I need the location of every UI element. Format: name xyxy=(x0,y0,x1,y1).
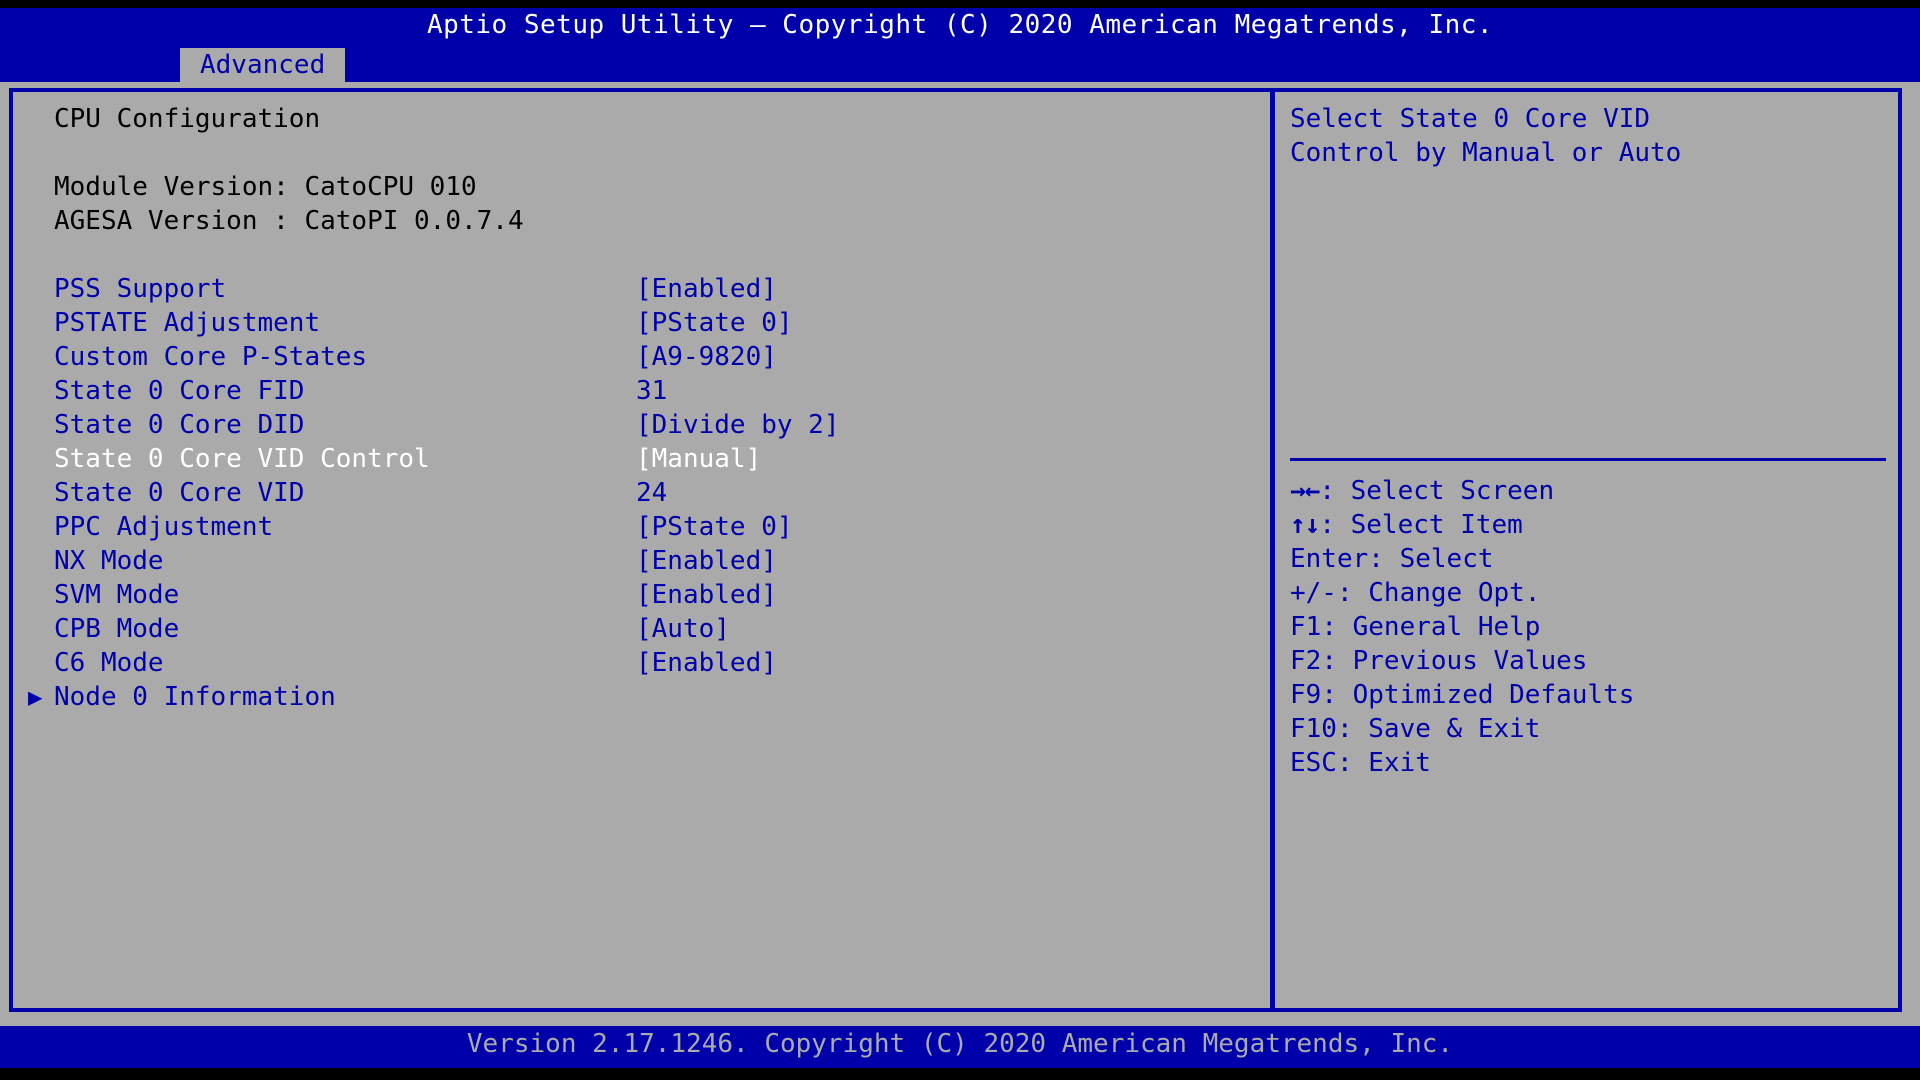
option-value[interactable]: [Auto] xyxy=(636,612,730,646)
info-line: Module Version: CatoCPU 010 xyxy=(54,172,477,202)
option-value[interactable]: [Divide by 2] xyxy=(636,408,840,442)
submenu-row[interactable]: ▶ Node 0 Information xyxy=(22,680,1262,714)
page-title: Aptio Setup Utility – Copyright (C) 2020… xyxy=(426,10,1494,40)
legend-item: +/-: Change Opt. xyxy=(1290,576,1890,610)
option-row[interactable]: CPB Mode [Auto] xyxy=(22,612,1262,646)
legend-item: ↑↓: Select Item xyxy=(1290,508,1890,542)
option-label: SVM Mode xyxy=(54,580,180,610)
legend-key: F1 xyxy=(1290,612,1322,642)
legend-action-label: : Select Screen xyxy=(1319,476,1555,506)
footer-version: Version 2.17.1246. Copyright (C) 2020 Am… xyxy=(466,1029,1454,1059)
option-row[interactable]: Custom Core P-States [A9-9820] xyxy=(22,340,1262,374)
legend-action-label: : Select xyxy=(1368,544,1494,574)
option-value[interactable]: [PState 0] xyxy=(636,306,793,340)
legend-key: F10 xyxy=(1290,714,1337,744)
option-label: Node 0 Information xyxy=(54,682,336,712)
option-row[interactable]: PPC Adjustment [PState 0] xyxy=(22,510,1262,544)
legend-key-arrow-icon: ↑↓ xyxy=(1290,510,1320,540)
option-label: PSTATE Adjustment xyxy=(54,308,321,338)
legend-action-label: : Optimized Defaults xyxy=(1321,680,1635,710)
option-label: Custom Core P-States xyxy=(54,342,368,372)
option-value[interactable]: 24 xyxy=(636,476,667,510)
help-line: Select State 0 Core VID xyxy=(1290,104,1651,134)
option-row[interactable]: NX Mode [Enabled] xyxy=(22,544,1262,578)
help-pane: Select State 0 Core VID Control by Manual… xyxy=(1290,102,1890,1002)
help-text: Select State 0 Core VID Control by Manual… xyxy=(1290,102,1890,170)
help-separator xyxy=(1290,458,1886,461)
legend-key: F9 xyxy=(1290,680,1322,710)
legend-item: Enter: Select xyxy=(1290,542,1890,576)
option-row[interactable]: State 0 Core DID [Divide by 2] xyxy=(22,408,1262,442)
tab-strip: Advanced xyxy=(0,48,1920,83)
legend-key: ESC xyxy=(1290,748,1337,778)
help-line: Control by Manual or Auto xyxy=(1290,138,1682,168)
info-line: AGESA Version : CatoPI 0.0.7.4 xyxy=(54,206,524,236)
pane-divider xyxy=(1270,88,1275,1012)
option-row[interactable]: SVM Mode [Enabled] xyxy=(22,578,1262,612)
option-label: PSS Support xyxy=(54,274,227,304)
option-row[interactable]: PSS Support [Enabled] xyxy=(22,272,1262,306)
legend-key: Enter xyxy=(1290,544,1369,574)
legend-item: ESC: Exit xyxy=(1290,746,1890,780)
option-label: NX Mode xyxy=(54,546,164,576)
option-row[interactable]: State 0 Core FID 31 xyxy=(22,374,1262,408)
section-title: CPU Configuration xyxy=(54,104,321,134)
option-value[interactable]: [Enabled] xyxy=(636,544,777,578)
legend-action-label: : Previous Values xyxy=(1321,646,1588,676)
option-label: C6 Mode xyxy=(54,648,164,678)
legend-item: F1: General Help xyxy=(1290,610,1890,644)
option-label: State 0 Core FID xyxy=(54,376,305,406)
main-body: CPU Configuration Module Version: CatoCP… xyxy=(0,82,1920,1026)
option-value[interactable]: [A9-9820] xyxy=(636,340,777,374)
legend-action-label: : Exit xyxy=(1336,748,1431,778)
option-label: State 0 Core VID Control xyxy=(54,444,430,474)
option-label: PPC Adjustment xyxy=(54,512,274,542)
option-row[interactable]: State 0 Core VID 24 xyxy=(22,476,1262,510)
key-legend: →←: Select Screen ↑↓: Select Item Enter: S… xyxy=(1290,474,1890,780)
footer-bar: Version 2.17.1246. Copyright (C) 2020 Am… xyxy=(0,1026,1920,1068)
legend-action-label: : General Help xyxy=(1321,612,1541,642)
legend-key: +/- xyxy=(1290,578,1337,608)
option-row[interactable]: State 0 Core VID Control [Manual] xyxy=(22,442,1262,476)
legend-item: F2: Previous Values xyxy=(1290,644,1890,678)
legend-action-label: : Save & Exit xyxy=(1336,714,1541,744)
tab-advanced[interactable]: Advanced xyxy=(180,48,346,83)
option-label: State 0 Core VID xyxy=(54,478,305,508)
option-value[interactable]: [Enabled] xyxy=(636,578,777,612)
title-bar: Aptio Setup Utility – Copyright (C) 2020… xyxy=(0,8,1920,83)
legend-key: F2 xyxy=(1290,646,1322,676)
option-value[interactable]: [Manual] xyxy=(636,442,761,476)
settings-pane: CPU Configuration Module Version: CatoCP… xyxy=(22,102,1262,1002)
option-label: CPB Mode xyxy=(54,614,180,644)
options-list: PSS Support [Enabled] PSTATE Adjustment [PS… xyxy=(22,272,1262,714)
option-label: State 0 Core DID xyxy=(54,410,305,440)
option-value[interactable]: [Enabled] xyxy=(636,646,777,680)
legend-item: →←: Select Screen xyxy=(1290,474,1890,508)
bios-setup-screen: Aptio Setup Utility – Copyright (C) 2020… xyxy=(0,0,1920,1080)
option-row[interactable]: C6 Mode [Enabled] xyxy=(22,646,1262,680)
legend-key-arrow-icon: →← xyxy=(1290,476,1320,506)
legend-action-label: : Select Item xyxy=(1319,510,1523,540)
legend-item: F10: Save & Exit xyxy=(1290,712,1890,746)
option-value[interactable]: [Enabled] xyxy=(636,272,777,306)
option-value[interactable]: 31 xyxy=(636,374,667,408)
legend-item: F9: Optimized Defaults xyxy=(1290,678,1890,712)
submenu-arrow-icon: ▶ xyxy=(28,683,43,711)
option-value[interactable]: [PState 0] xyxy=(636,510,793,544)
option-row[interactable]: PSTATE Adjustment [PState 0] xyxy=(22,306,1262,340)
module-info-block: Module Version: CatoCPU 010 AGESA Version… xyxy=(22,170,1262,238)
legend-action-label: : Change Opt. xyxy=(1336,578,1541,608)
